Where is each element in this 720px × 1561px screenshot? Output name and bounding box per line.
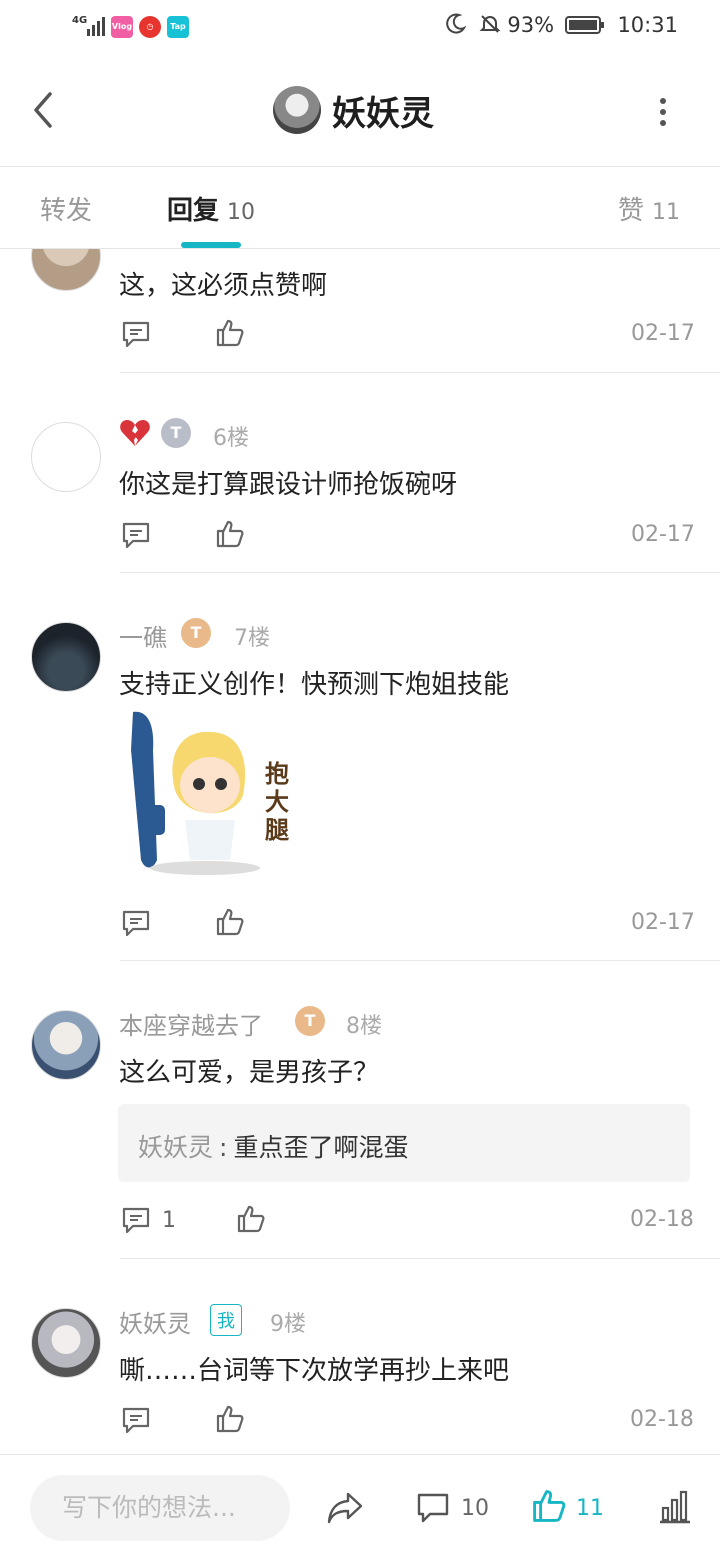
nested-reply-content: 妖妖灵: 重点歪了啊混蛋 — [138, 1128, 408, 1164]
tab-label: 赞 — [618, 196, 645, 226]
nested-reply[interactable]: 妖妖灵: 重点歪了啊混蛋 — [118, 1104, 690, 1182]
nested-reply-author[interactable]: 妖妖灵 — [138, 1133, 213, 1162]
network-type: 4G — [72, 15, 88, 26]
reply-icon[interactable] — [121, 319, 151, 349]
floor-number: 8楼 — [346, 1014, 382, 1039]
tab-count: 11 — [652, 200, 681, 225]
floor-number: 9楼 — [270, 1312, 306, 1337]
tab-label: 回复 — [167, 196, 220, 226]
status-right: 93% 10:31 — [444, 13, 678, 37]
level-badge: T — [181, 618, 211, 648]
author-avatar[interactable] — [273, 86, 321, 134]
comment-date: 02-18 — [630, 1407, 694, 1432]
comment-count: 10 — [461, 1496, 489, 1521]
divider — [120, 372, 720, 373]
comment-text: 这，这必须点赞啊 — [119, 271, 328, 301]
comment-input[interactable]: 写下你的想法... — [30, 1475, 290, 1541]
comment-date: 02-18 — [630, 1207, 694, 1232]
signal-icon — [87, 17, 105, 36]
level-badge: T — [295, 1006, 325, 1036]
app-header: 妖妖灵 — [0, 56, 720, 167]
commenter-avatar[interactable] — [31, 622, 101, 692]
like-active-icon[interactable] — [531, 1488, 567, 1524]
battery-percent: 93% — [507, 13, 555, 37]
stats-icon[interactable] — [658, 1488, 692, 1524]
tab-repost[interactable]: 转发 — [40, 190, 92, 227]
mute-bell-icon — [479, 15, 501, 33]
divider — [120, 1258, 720, 1259]
page-title: 妖妖灵 — [332, 94, 434, 134]
commenter-avatar[interactable] — [31, 1308, 101, 1378]
active-tab-indicator — [181, 242, 241, 248]
comment-icon[interactable] — [416, 1491, 450, 1525]
more-options-icon[interactable] — [660, 98, 668, 131]
floor-number: 7楼 — [234, 626, 270, 651]
tab-replies[interactable]: 回复 10 — [167, 190, 255, 227]
like-icon[interactable] — [215, 907, 245, 937]
back-arrow-icon[interactable] — [30, 90, 56, 130]
tab-bar: 转发 回复 10 赞 11 — [0, 166, 720, 249]
commenter-name[interactable]: 一礁 — [119, 618, 167, 653]
comment-text: 你这是打算跟设计师抢饭碗呀 — [119, 470, 458, 500]
nested-reply-text: 重点歪了啊混蛋 — [233, 1133, 409, 1162]
timer-icon: ◷ — [139, 16, 161, 38]
reply-icon[interactable] — [121, 908, 151, 938]
broken-heart-icon — [120, 420, 150, 446]
like-count: 11 — [576, 1496, 604, 1521]
like-icon[interactable] — [215, 519, 245, 549]
like-icon[interactable] — [236, 1204, 266, 1234]
commenter-avatar[interactable] — [31, 1010, 101, 1080]
comment-text: 这么可爱，是男孩子？ — [119, 1058, 380, 1088]
reply-icon[interactable] — [121, 1405, 151, 1435]
sticker-caption: 抱大腿 — [265, 760, 289, 844]
moon-icon — [446, 13, 467, 34]
sticker-image[interactable]: 抱大腿 — [125, 710, 305, 880]
commenter-name[interactable]: 本座穿越去了 — [119, 1006, 263, 1041]
reply-count: 1 — [162, 1208, 176, 1233]
bottom-action-bar: 写下你的想法... 10 11 — [0, 1454, 720, 1561]
comment-text: 支持正义创作！快预测下炮姐技能 — [119, 670, 510, 700]
share-icon[interactable] — [326, 1491, 364, 1525]
vlog-icon: Vlog — [111, 16, 133, 38]
like-icon[interactable] — [215, 1404, 245, 1434]
commenter-avatar[interactable] — [31, 422, 101, 492]
floor-number: 6楼 — [213, 426, 249, 451]
comment-date: 02-17 — [631, 522, 695, 547]
nested-reply-separator: : — [219, 1133, 228, 1162]
level-badge: T — [161, 418, 191, 448]
battery-icon — [564, 16, 604, 34]
commenter-name[interactable]: 妖妖灵 — [119, 1304, 191, 1339]
reply-icon[interactable] — [121, 520, 151, 550]
reply-icon[interactable] — [121, 1205, 151, 1235]
me-badge: 我 — [210, 1304, 242, 1336]
clock: 10:31 — [617, 13, 678, 37]
comment-date: 02-17 — [631, 321, 695, 346]
taptap-icon: Tap — [167, 16, 189, 38]
comment-date: 02-17 — [631, 910, 695, 935]
divider — [120, 572, 720, 573]
tab-count: 10 — [227, 200, 256, 225]
divider — [120, 960, 720, 961]
like-icon[interactable] — [215, 318, 245, 348]
tab-likes[interactable]: 赞 11 — [618, 190, 680, 227]
comment-text: 嘶……台词等下次放学再抄上来吧 — [119, 1356, 510, 1386]
status-bar: 4G Vlog ◷ Tap 93% 10:31 — [0, 0, 720, 56]
tab-label: 转发 — [40, 196, 93, 226]
